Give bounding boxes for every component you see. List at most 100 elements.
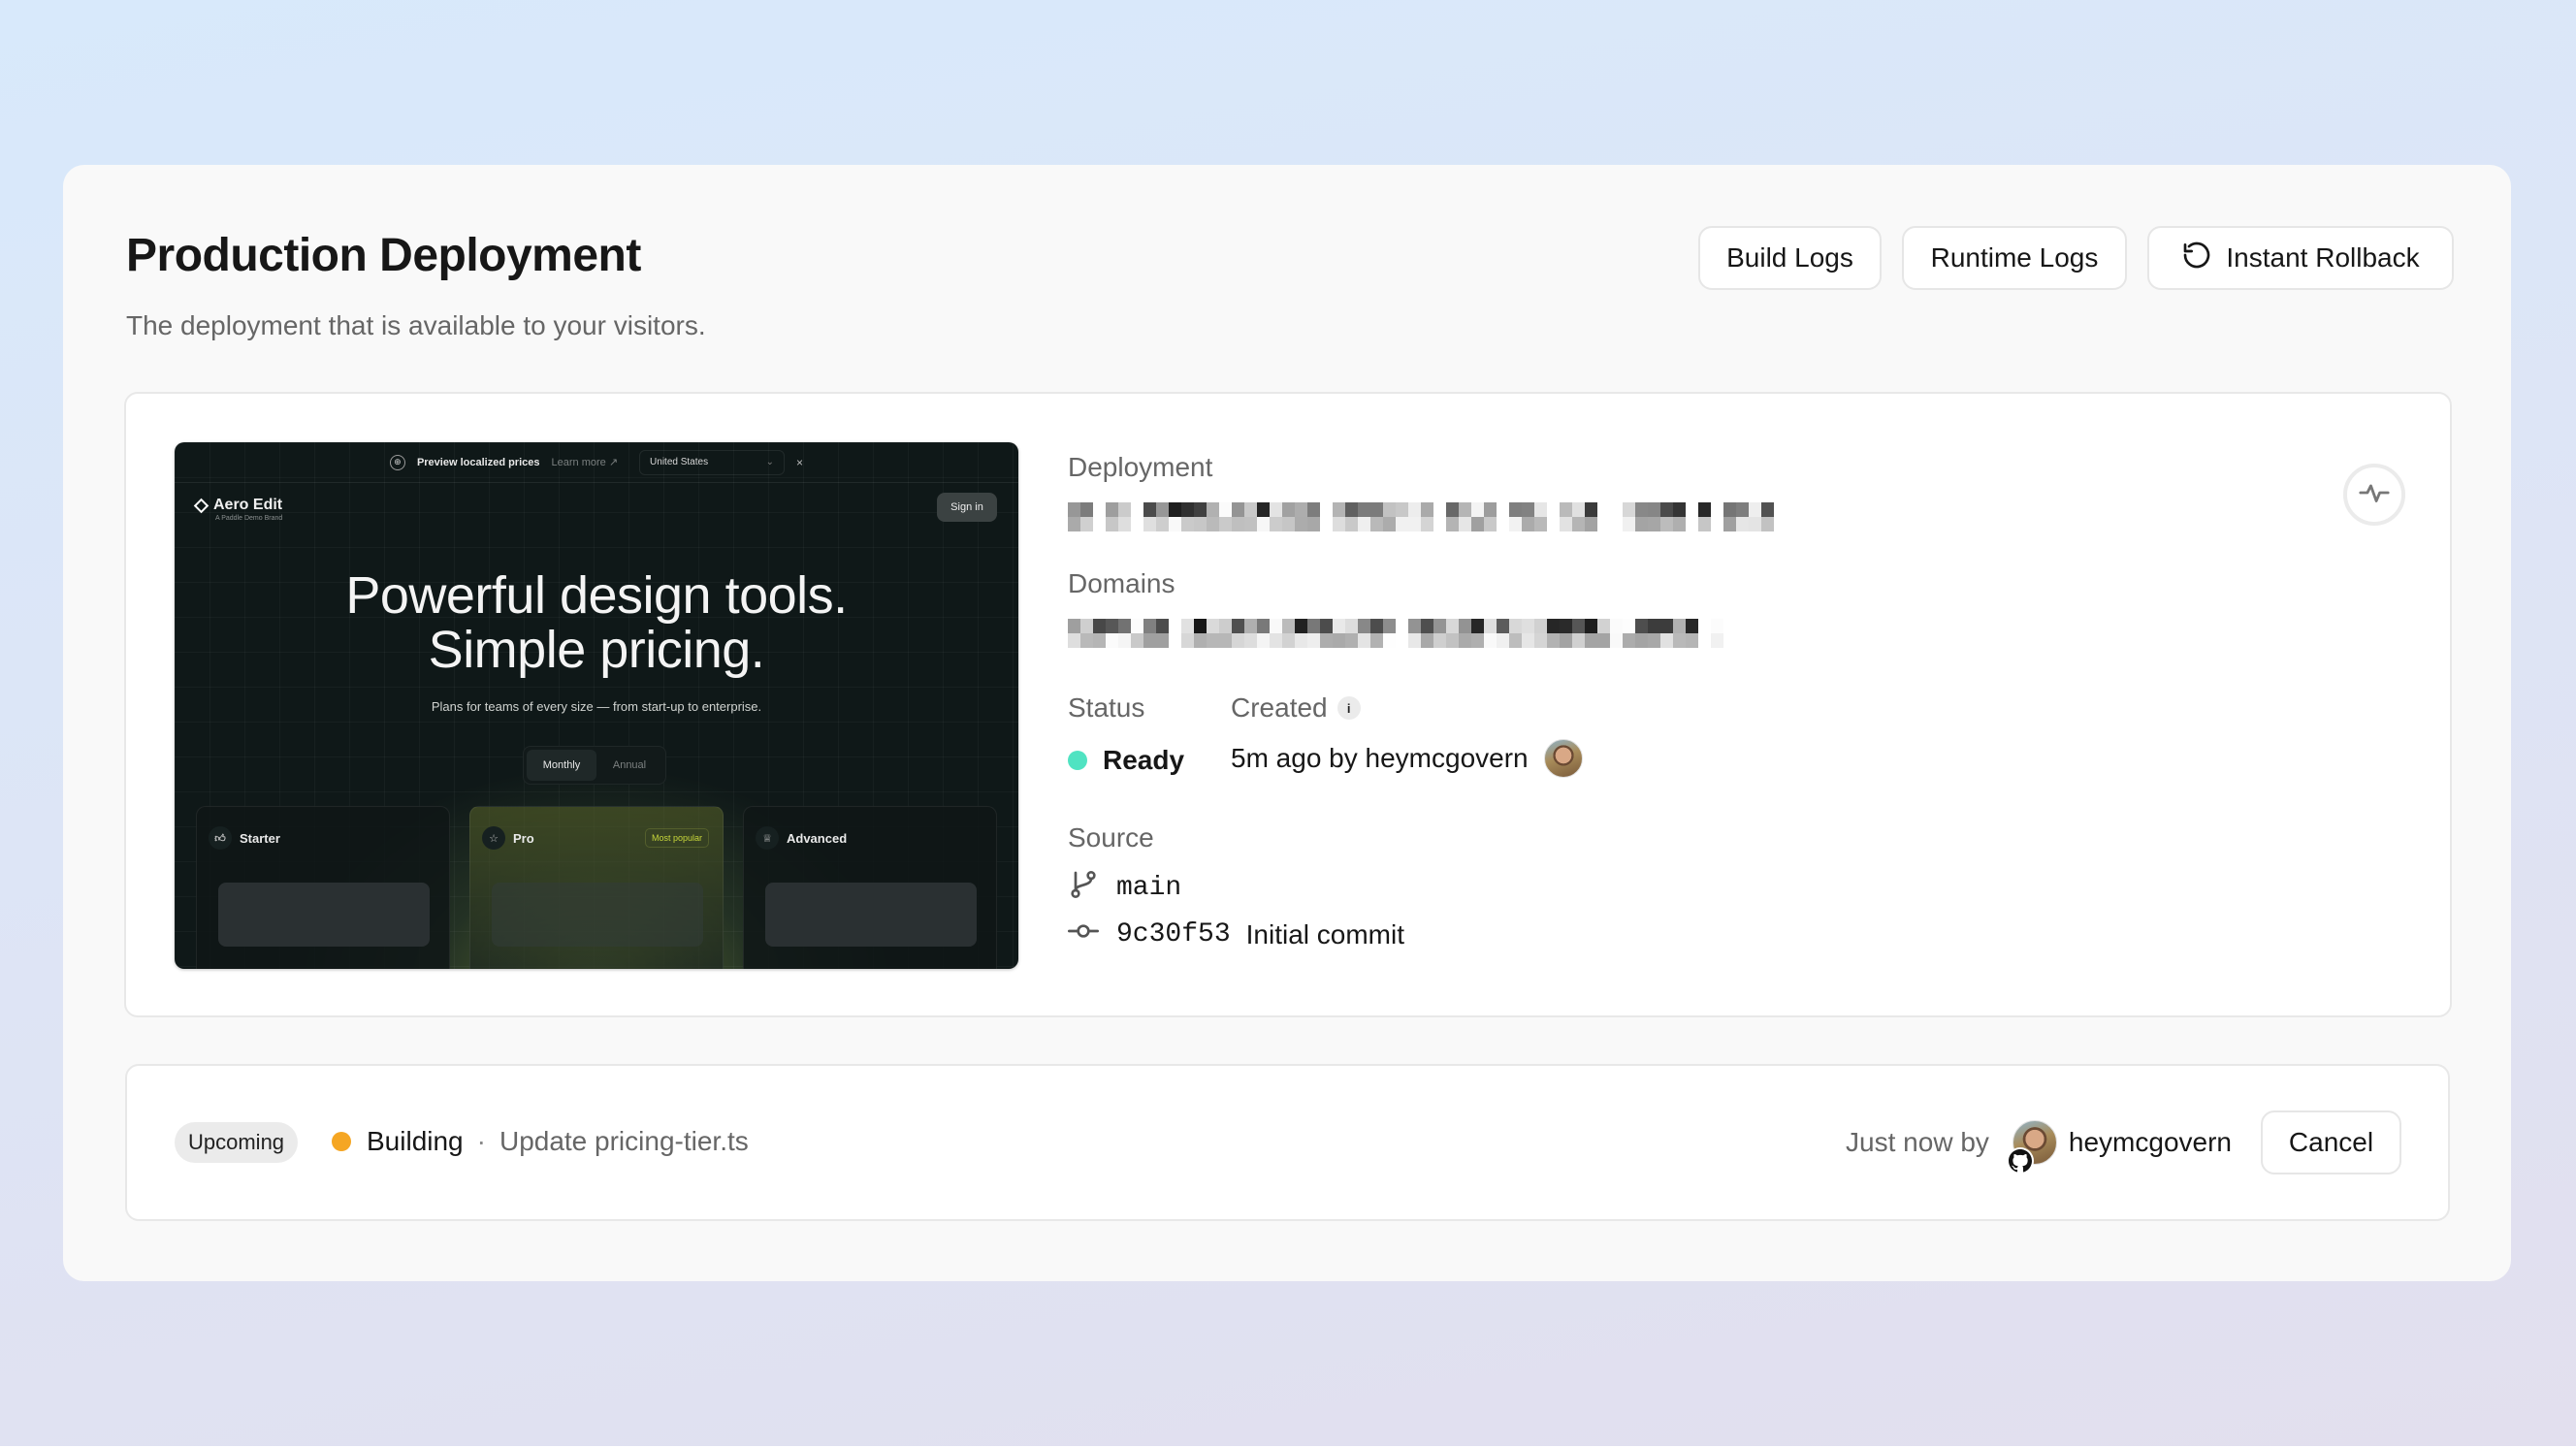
avatar[interactable] <box>1543 739 1583 778</box>
chevron-down-icon: ⌄ <box>765 457 775 467</box>
redacted-pixel <box>1585 517 1597 531</box>
redacted-pixel <box>1446 517 1459 531</box>
redacted-pixel <box>1295 502 1307 517</box>
info-icon[interactable]: i <box>1336 696 1361 720</box>
redacted-pixel <box>1408 502 1421 517</box>
deployment-preview-thumbnail[interactable]: ⊕ Preview localized prices Learn more ↗ … <box>175 442 1018 969</box>
redacted-pixel <box>1257 619 1270 633</box>
redacted-pixel <box>1749 502 1761 517</box>
redacted-pixel <box>1446 502 1459 517</box>
redacted-pixel <box>1169 517 1181 531</box>
redacted-pixel <box>1118 517 1131 531</box>
plan-card-pro: ☆ Pro Most popular <box>469 806 724 969</box>
redacted-pixel <box>1244 633 1257 648</box>
redacted-pixel <box>1560 633 1572 648</box>
deployment-url-redacted[interactable] <box>1068 502 1774 531</box>
redacted-pixel <box>1509 633 1522 648</box>
redacted-pixel <box>1345 517 1358 531</box>
trophy-icon: ♕ <box>756 826 779 850</box>
redacted-pixel <box>1547 502 1560 517</box>
redacted-pixel <box>1068 517 1080 531</box>
redacted-pixel <box>1383 619 1396 633</box>
redacted-pixel <box>1307 619 1320 633</box>
github-icon <box>2006 1147 2034 1174</box>
redacted-pixel <box>1345 502 1358 517</box>
redacted-pixel <box>1471 619 1484 633</box>
domains-url-redacted[interactable] <box>1068 619 1723 648</box>
page-subtitle: The deployment that is available to your… <box>126 310 706 340</box>
redacted-pixel <box>1333 619 1345 633</box>
commit-hash: 9c30f53 <box>1116 919 1231 949</box>
redacted-pixel <box>1307 502 1320 517</box>
redacted-pixel <box>1597 517 1610 531</box>
upcoming-commit-message[interactable]: Update pricing-tier.ts <box>499 1126 749 1157</box>
created-label-group: Created i <box>1231 692 1361 724</box>
upcoming-user[interactable]: heymcgovern <box>2069 1127 2232 1158</box>
redacted-pixel <box>1244 619 1257 633</box>
avatar-with-github[interactable] <box>2006 1120 2057 1174</box>
redacted-pixel <box>1207 502 1219 517</box>
redacted-pixel <box>1383 633 1396 648</box>
redacted-pixel <box>1194 633 1207 648</box>
redacted-pixel <box>1345 633 1358 648</box>
redacted-pixel <box>1459 619 1471 633</box>
runtime-logs-button[interactable]: Runtime Logs <box>1902 226 2127 290</box>
redacted-pixel <box>1358 517 1370 531</box>
redacted-pixel <box>1585 619 1597 633</box>
runtime-logs-label: Runtime Logs <box>1930 242 2099 273</box>
brand-logo-icon <box>193 498 209 513</box>
redacted-pixel <box>1433 633 1446 648</box>
redacted-pixel <box>1131 619 1143 633</box>
redacted-pixel <box>1648 619 1660 633</box>
redacted-pixel <box>1446 619 1459 633</box>
redacted-pixel <box>1534 517 1547 531</box>
redacted-pixel <box>1333 517 1345 531</box>
source-commit[interactable]: 9c30f53 Initial commit <box>1068 916 1404 953</box>
commit-message: Initial commit <box>1245 918 1404 949</box>
billing-toggle: Monthly Annual <box>523 746 666 785</box>
activity-button[interactable] <box>2343 464 2405 526</box>
redacted-pixel <box>1093 502 1106 517</box>
redacted-pixel <box>1282 502 1295 517</box>
toggle-annual: Annual <box>612 759 647 771</box>
redacted-pixel <box>1307 633 1320 648</box>
redacted-pixel <box>1093 517 1106 531</box>
redacted-pixel <box>1660 633 1673 648</box>
upcoming-meta: Just now by heymcgovern Cancel <box>1846 1110 2401 1174</box>
redacted-pixel <box>1307 517 1320 531</box>
redacted-pixel <box>1623 502 1635 517</box>
redacted-pixel <box>1408 517 1421 531</box>
redacted-pixel <box>1143 517 1156 531</box>
redacted-pixel <box>1560 517 1572 531</box>
redacted-pixel <box>1358 633 1370 648</box>
build-logs-button[interactable]: Build Logs <box>1698 226 1882 290</box>
redacted-pixel <box>1080 619 1093 633</box>
redacted-pixel <box>1408 633 1421 648</box>
deployment-label: Deployment <box>1068 452 1213 482</box>
instant-rollback-label: Instant Rollback <box>2226 242 2420 273</box>
redacted-pixel <box>1522 502 1534 517</box>
redacted-pixel <box>1686 517 1698 531</box>
redacted-pixel <box>1345 619 1358 633</box>
redacted-pixel <box>1497 502 1509 517</box>
redacted-pixel <box>1572 502 1585 517</box>
building-status: Building · Update pricing-tier.ts <box>332 1126 749 1157</box>
cancel-button[interactable]: Cancel <box>2261 1110 2401 1174</box>
redacted-pixel <box>1560 502 1572 517</box>
redacted-pixel <box>1320 633 1333 648</box>
redacted-pixel <box>1358 502 1370 517</box>
source-branch[interactable]: main <box>1068 869 1181 907</box>
redacted-pixel <box>1118 633 1131 648</box>
redacted-pixel <box>1711 619 1723 633</box>
redacted-pixel <box>1194 517 1207 531</box>
upcoming-deployment-card: Upcoming Building · Update pricing-tier.… <box>125 1064 2450 1221</box>
redacted-pixel <box>1686 619 1698 633</box>
redacted-pixel <box>1207 619 1219 633</box>
redacted-pixel <box>1635 619 1648 633</box>
brand-name: Aero Edit <box>213 497 283 513</box>
redacted-pixel <box>1257 502 1270 517</box>
redacted-pixel <box>1610 502 1623 517</box>
separator-dot: · <box>476 1126 486 1156</box>
redacted-pixel <box>1635 517 1648 531</box>
instant-rollback-button[interactable]: Instant Rollback <box>2147 226 2454 290</box>
